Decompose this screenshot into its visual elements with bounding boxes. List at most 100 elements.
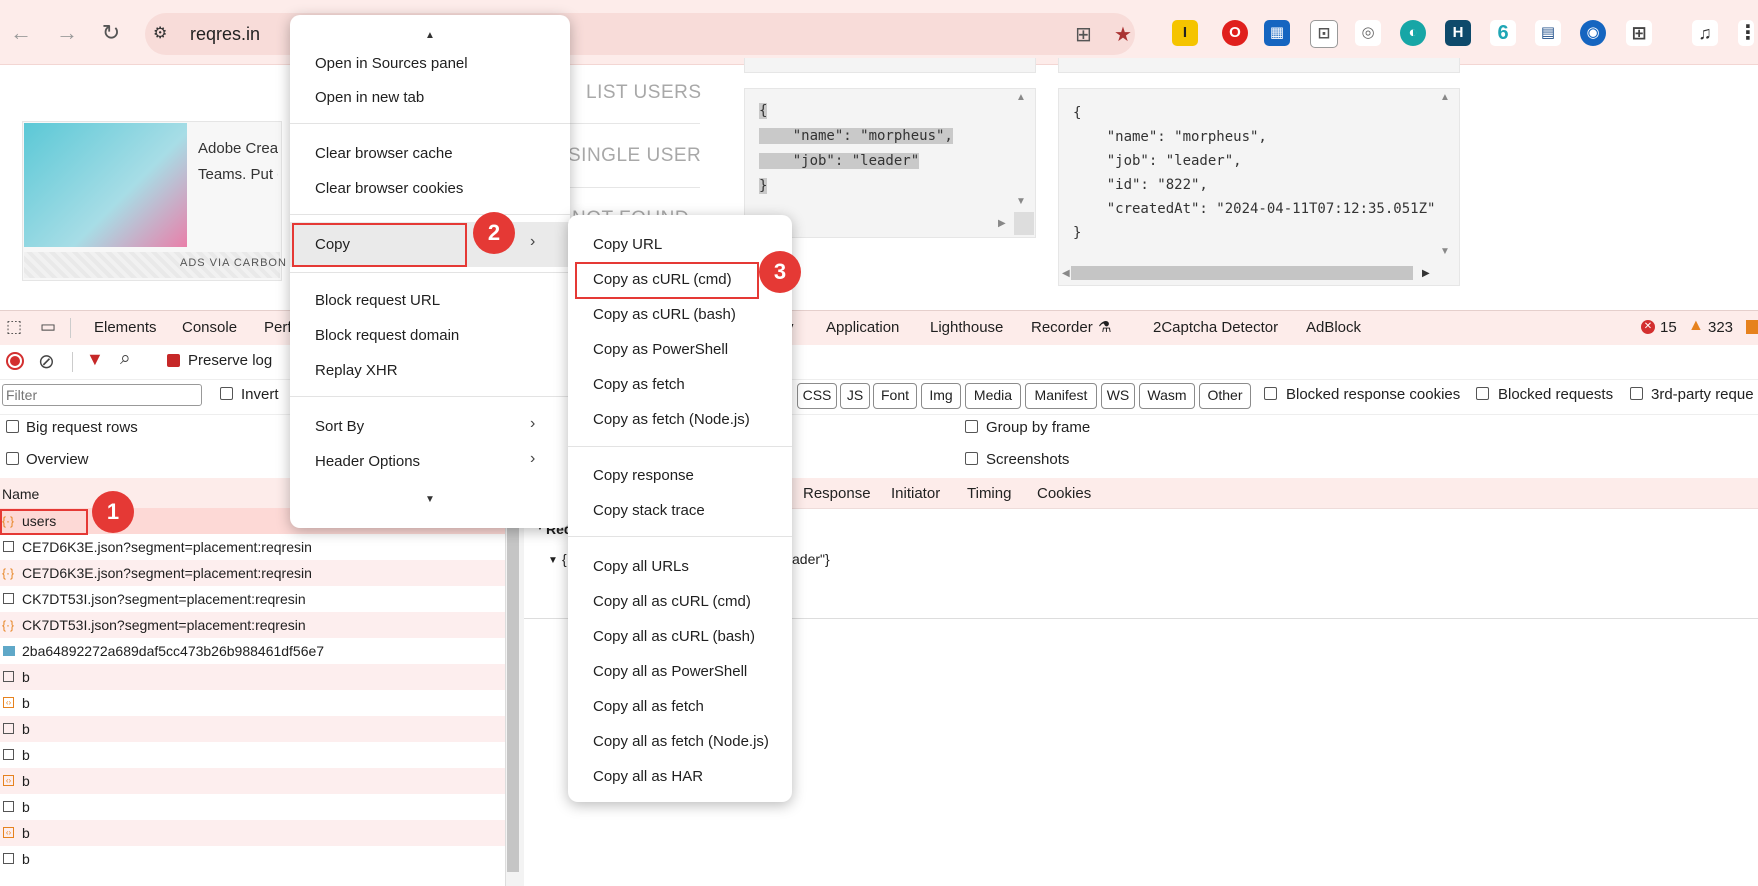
expand-icon[interactable]: ▼ (548, 555, 558, 566)
table-row[interactable]: ‹› b (0, 690, 505, 716)
tab-performance[interactable]: Perf (264, 319, 292, 336)
extension-icon-teal[interactable]: ◐ (1400, 20, 1426, 46)
tab-adblock[interactable]: AdBlock (1306, 319, 1361, 336)
tab-2captcha-detector[interactable]: 2Captcha Detector (1153, 319, 1278, 336)
group-by-frame-checkbox[interactable] (965, 420, 978, 433)
menu-item-header-options[interactable]: Header Options (315, 453, 420, 470)
forward-icon[interactable]: → (52, 18, 82, 48)
filter-input[interactable] (2, 384, 202, 406)
tab-elements[interactable]: Elements (94, 319, 157, 336)
overview-checkbox[interactable] (6, 452, 19, 465)
scroll-down-icon[interactable]: ▼ (1016, 196, 1026, 207)
blocked-response-cookies-checkbox[interactable] (1264, 387, 1277, 400)
table-row[interactable]: {·} CK7DT53I.json?segment=placement:reqre… (0, 612, 505, 638)
name-column-header[interactable]: Name (2, 486, 39, 502)
warning-icon[interactable]: ▲ (1688, 317, 1704, 335)
endpoint-list-users[interactable]: LIST USERS (586, 82, 702, 104)
filter-chip-other[interactable]: Other (1199, 383, 1251, 409)
filter-chip-font[interactable]: Font (873, 383, 917, 409)
endpoint-single-user[interactable]: SINGLE USER (568, 145, 701, 167)
menu-item-open-in-new-tab[interactable]: Open in new tab (315, 89, 424, 106)
tab-lighthouse[interactable]: Lighthouse (930, 319, 1003, 336)
scroll-down-icon[interactable]: ▼ (1440, 246, 1450, 257)
menu-item-copy-all-as-fetch-nodejs[interactable]: Copy all as fetch (Node.js) (593, 733, 769, 750)
menu-item-copy-all-as-fetch[interactable]: Copy all as fetch (593, 698, 704, 715)
clear-icon[interactable]: ⊘ (38, 349, 55, 374)
menu-item-copy-as-powershell[interactable]: Copy as PowerShell (593, 341, 728, 358)
tab-console[interactable]: Console (182, 319, 237, 336)
requests-scrollbar-thumb[interactable] (507, 500, 519, 872)
menu-item-copy-all-as-curl-bash[interactable]: Copy all as cURL (bash) (593, 628, 755, 645)
filter-chip-ws[interactable]: WS (1101, 383, 1135, 409)
filter-chip-img[interactable]: Img (921, 383, 961, 409)
filter-icon[interactable]: ▼ (86, 349, 104, 370)
third-party-checkbox[interactable] (1630, 387, 1643, 400)
issues-icon[interactable] (1746, 320, 1758, 334)
menu-item-replay-xhr[interactable]: Replay XHR (315, 362, 398, 379)
invert-checkbox[interactable] (220, 387, 233, 400)
table-row[interactable]: ‹› b (0, 768, 505, 794)
menu-item-copy-stack-trace[interactable]: Copy stack trace (593, 502, 705, 519)
menu-item-copy-as-fetch-nodejs[interactable]: Copy as fetch (Node.js) (593, 411, 750, 428)
search-icon[interactable]: ⌕ (120, 348, 131, 370)
filter-chip-media[interactable]: Media (965, 383, 1021, 409)
table-row[interactable]: CE7D6K3E.json?segment=placement:reqresin (0, 534, 505, 560)
download-icon[interactable]: ⋮ (1738, 20, 1758, 46)
menu-item-copy-response[interactable]: Copy response (593, 467, 694, 484)
tab-application[interactable]: Application (826, 319, 899, 336)
filter-chip-css[interactable]: CSS (797, 383, 837, 409)
table-row[interactable]: ‹› b (0, 820, 505, 846)
scroll-left-icon[interactable]: ◀ (1062, 268, 1070, 279)
extension-icon-h[interactable]: H (1445, 20, 1471, 46)
menu-item-sort-by[interactable]: Sort By (315, 418, 364, 435)
blocked-requests-checkbox[interactable] (1476, 387, 1489, 400)
table-row[interactable]: b (0, 846, 505, 872)
menu-item-copy-url[interactable]: Copy URL (593, 236, 662, 253)
extensions-puzzle-icon[interactable]: ⊞ (1626, 20, 1652, 46)
scroll-right-icon[interactable]: ▶ (998, 218, 1006, 229)
menu-item-clear-cookies[interactable]: Clear browser cookies (315, 180, 463, 197)
scroll-up-icon[interactable]: ▲ (1016, 92, 1026, 103)
menu-item-block-request-domain[interactable]: Block request domain (315, 327, 459, 344)
menu-item-copy-all-urls[interactable]: Copy all URLs (593, 558, 689, 575)
table-row[interactable]: b (0, 664, 505, 690)
extension-icon-1[interactable]: I (1172, 20, 1198, 46)
extension-icon-blue[interactable]: ◉ (1580, 20, 1606, 46)
warning-count[interactable]: 323 (1708, 319, 1733, 336)
ad-text[interactable]: Adobe Creat Teams. Put cr (198, 136, 278, 188)
extension-icon-chart[interactable]: ▦ (1264, 20, 1290, 46)
table-row[interactable]: b (0, 742, 505, 768)
menu-item-copy-all-as-powershell[interactable]: Copy all as PowerShell (593, 663, 747, 680)
error-count[interactable]: 15 (1660, 319, 1677, 336)
preserve-log-checkbox[interactable] (167, 354, 180, 367)
tab-recorder[interactable]: Recorder (1031, 319, 1093, 336)
camera-icon[interactable]: ◎ (1355, 20, 1381, 46)
menu-item-copy-all-as-curl-cmd[interactable]: Copy all as cURL (cmd) (593, 593, 751, 610)
back-icon[interactable]: ← (6, 18, 36, 48)
error-icon[interactable]: ✕ (1641, 320, 1655, 334)
filter-chip-js[interactable]: JS (840, 383, 870, 409)
site-info-icon[interactable]: ⚙ (153, 23, 167, 43)
big-request-rows-checkbox[interactable] (6, 420, 19, 433)
menu-scroll-down-icon[interactable]: ▼ (425, 494, 435, 505)
inspect-element-icon[interactable]: ⬚ (6, 317, 22, 337)
tab-timing[interactable]: Timing (967, 485, 1011, 502)
reload-icon[interactable]: ↻ (96, 18, 126, 48)
table-row[interactable]: 2ba64892272a689daf5cc473b26b988461df56e7 (0, 638, 505, 664)
device-toolbar-icon[interactable]: ▭ (40, 317, 56, 337)
translate-icon[interactable]: ⊞ (1075, 22, 1092, 47)
response-scrollbar-thumb[interactable] (1071, 266, 1413, 280)
screenshots-checkbox[interactable] (965, 452, 978, 465)
menu-item-copy-as-fetch[interactable]: Copy as fetch (593, 376, 685, 393)
scroll-up-icon[interactable]: ▲ (1440, 92, 1450, 103)
table-row[interactable]: b (0, 716, 505, 742)
bookmark-star-icon[interactable]: ★ (1114, 22, 1132, 47)
table-row[interactable]: b (0, 794, 505, 820)
scroll-right-icon[interactable]: ▶ (1422, 268, 1430, 279)
table-row[interactable]: {·} CE7D6K3E.json?segment=placement:reqre… (0, 560, 505, 586)
table-row[interactable]: CK7DT53I.json?segment=placement:reqresin (0, 586, 505, 612)
menu-item-block-request-url[interactable]: Block request URL (315, 292, 440, 309)
extension-icon-doc[interactable]: ▤ (1535, 20, 1561, 46)
filter-chip-wasm[interactable]: Wasm (1139, 383, 1195, 409)
extension-icon-opera[interactable]: O (1222, 20, 1248, 46)
